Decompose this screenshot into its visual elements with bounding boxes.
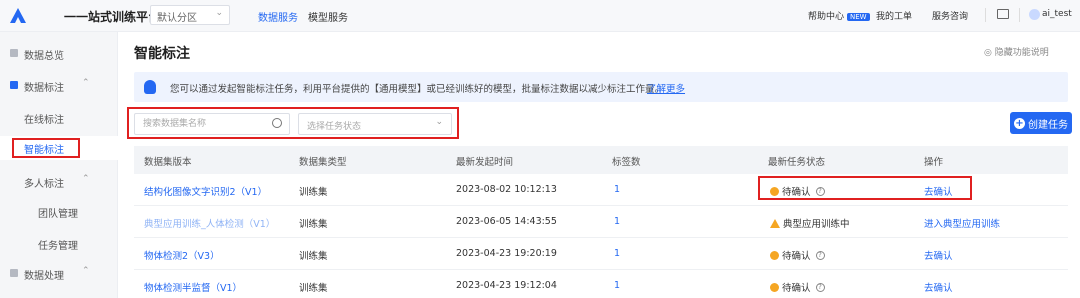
task-status: 典型应用训练中 — [770, 216, 850, 230]
start-time: 2023-08-02 10:12:13 — [456, 184, 557, 195]
zone-select[interactable]: 默认分区 ⌄ — [150, 5, 230, 25]
table-row: 物体检测半监督（V1） 训练集 2023-04-23 19:12:04 1 待确… — [134, 270, 1068, 298]
sidebar-item-label: 数据处理 — [24, 271, 64, 282]
start-time: 2023-04-23 19:20:19 — [456, 248, 557, 259]
table-header: 数据集版本 数据集类型 最新发起时间 标签数 最新任务状态 操作 — [134, 146, 1068, 174]
sidebar-item-label: 任务管理 — [38, 241, 78, 252]
platform-logo-icon[interactable] — [8, 6, 28, 26]
help-center-label: 帮助中心 — [808, 12, 845, 22]
plus-icon: + — [1014, 117, 1025, 129]
dataset-link[interactable]: 物体检测半监督（V1） — [144, 280, 242, 294]
top-bar: 一一站式训练平台 默认分区 ⌄ 数据服务 模型服务 帮助中心 NEW 我的工单 服… — [0, 0, 1080, 32]
action-link[interactable]: 去确认 — [924, 280, 953, 294]
pending-icon — [770, 250, 779, 260]
table-row: 典型应用训练_人体检测（V1） 训练集 2023-06-05 14:43:55 … — [134, 206, 1068, 238]
sidebar-item-label: 多人标注 — [24, 179, 64, 190]
task-status-placeholder: 选择任务状态 — [307, 122, 362, 132]
new-badge: NEW — [847, 13, 870, 21]
banner-text: 您可以通过发起智能标注任务，利用平台提供的【通用模型】或已经训练好的模型，批量标… — [170, 84, 665, 95]
column-header: 最新任务状态 — [768, 157, 826, 168]
nav-model-service[interactable]: 模型服务 — [308, 9, 348, 24]
dataset-link[interactable]: 结构化图像文字识别2（V1） — [144, 184, 267, 198]
user-name[interactable]: ai_test — [1042, 9, 1072, 19]
start-time: 2023-04-23 19:12:04 — [456, 280, 557, 291]
sidebar-item-team-management[interactable]: 团队管理 — [0, 200, 118, 224]
chevron-up-icon: ⌃ — [82, 266, 90, 276]
grid-icon — [10, 49, 18, 57]
sidebar: 数据总览 数据标注 ⌃ 在线标注 智能标注 多人标注 ⌃ 团队管理 任务管理 数… — [0, 32, 118, 298]
label-count[interactable]: 1 — [614, 184, 620, 195]
label-count[interactable]: 1 — [614, 280, 620, 291]
divider — [985, 8, 986, 22]
dataset-link[interactable]: 典型应用训练_人体检测（V1） — [144, 216, 275, 230]
learn-more-link[interactable]: 了解更多 — [647, 81, 685, 95]
sidebar-item-multi-labeling[interactable]: 多人标注 ⌃ — [0, 170, 118, 194]
chevron-down-icon: ⌄ — [435, 117, 443, 127]
task-status-label: 待确认 — [782, 283, 811, 294]
sidebar-item-task-management[interactable]: 任务管理 — [0, 232, 118, 256]
sidebar-item-online-labeling[interactable]: 在线标注 — [0, 106, 118, 130]
info-banner: 您可以通过发起智能标注任务，利用平台提供的【通用模型】或已经训练好的模型，批量标… — [134, 72, 1068, 102]
task-status-label: 典型应用训练中 — [783, 219, 850, 230]
pending-icon — [770, 282, 779, 292]
process-icon — [10, 269, 18, 277]
dataset-link[interactable]: 物体检测2（V3） — [144, 248, 220, 262]
sidebar-item-label: 在线标注 — [24, 115, 64, 126]
help-center-link[interactable]: 帮助中心 NEW — [808, 9, 870, 22]
column-header: 数据集类型 — [299, 157, 347, 168]
label-count[interactable]: 1 — [614, 248, 620, 259]
task-status: 待确认 ? — [770, 248, 825, 262]
chevron-up-icon: ⌃ — [82, 78, 90, 88]
zone-select-value: 默认分区 — [157, 13, 197, 24]
dataset-type: 训练集 — [299, 219, 328, 230]
highlight-box — [758, 176, 972, 200]
hide-help-link[interactable]: ◎ 隐藏功能说明 — [984, 45, 1049, 58]
sidebar-item-label: 数据总览 — [24, 51, 64, 62]
table-row: 物体检测2（V3） 训练集 2023-04-23 19:20:19 1 待确认 … — [134, 238, 1068, 270]
dataset-type: 训练集 — [299, 251, 328, 262]
divider — [1019, 8, 1020, 22]
search-icon[interactable] — [272, 118, 282, 128]
message-icon[interactable] — [997, 9, 1009, 19]
column-header: 数据集版本 — [144, 157, 192, 168]
chevron-down-icon: ⌄ — [215, 8, 223, 18]
sidebar-item-label: 数据标注 — [24, 83, 64, 94]
column-header: 最新发起时间 — [456, 157, 514, 168]
avatar[interactable] — [1029, 9, 1040, 20]
task-status-select[interactable]: 选择任务状态 ⌄ — [298, 113, 452, 135]
search-input[interactable] — [134, 113, 290, 135]
service-consult-link[interactable]: 服务咨询 — [932, 9, 968, 22]
create-task-label: 创建任务 — [1028, 119, 1068, 131]
nav-data-service[interactable]: 数据服务 — [258, 9, 298, 24]
question-icon[interactable]: ? — [815, 250, 825, 260]
my-tickets-link[interactable]: 我的工单 — [876, 9, 912, 22]
start-time: 2023-06-05 14:43:55 — [456, 216, 557, 227]
hide-help-label: 隐藏功能说明 — [994, 48, 1049, 58]
sidebar-item-data-labeling[interactable]: 数据标注 ⌃ — [0, 74, 118, 98]
task-status-label: 待确认 — [782, 251, 811, 262]
column-header: 操作 — [924, 157, 944, 168]
task-status: 待确认 ? — [770, 280, 825, 294]
sidebar-item-data-processing[interactable]: 数据处理 ⌃ — [0, 262, 118, 286]
sidebar-item-data-overview[interactable]: 数据总览 — [0, 42, 118, 66]
sidebar-item-label: 团队管理 — [38, 209, 78, 220]
action-link[interactable]: 去确认 — [924, 248, 953, 262]
platform-title: 一一站式训练平台 — [64, 10, 161, 24]
create-task-button[interactable]: + 创建任务 — [1010, 112, 1072, 134]
label-icon — [10, 81, 18, 89]
lightbulb-icon — [144, 80, 156, 94]
chevron-up-icon: ⌃ — [82, 174, 90, 184]
highlight-box — [12, 138, 80, 158]
warning-icon — [770, 218, 780, 228]
action-link[interactable]: 进入典型应用训练 — [924, 216, 1000, 230]
question-icon[interactable]: ? — [815, 282, 825, 292]
label-count[interactable]: 1 — [614, 216, 620, 227]
page-title: 智能标注 — [134, 46, 190, 62]
dataset-type: 训练集 — [299, 187, 328, 198]
column-header: 标签数 — [612, 157, 641, 168]
dataset-type: 训练集 — [299, 283, 328, 294]
